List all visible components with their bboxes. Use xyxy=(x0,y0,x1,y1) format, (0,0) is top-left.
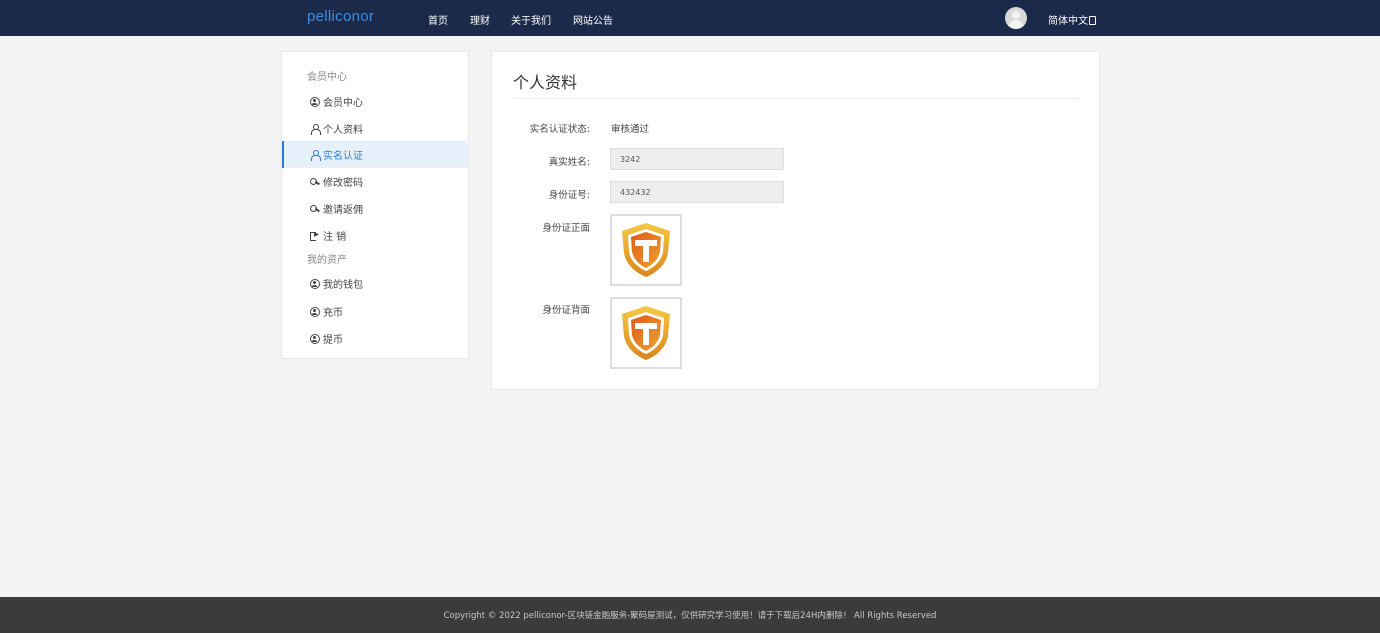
nav-finance[interactable]: 理财 xyxy=(470,12,490,27)
id-back-label: 身份证背面 xyxy=(542,305,590,316)
sidebar-item-label: 会员中心 xyxy=(323,98,363,109)
real-name-label: 真实姓名: xyxy=(548,157,590,168)
sidebar-item-label: 个人资料 xyxy=(323,125,363,136)
status-label: 实名认证状态: xyxy=(529,124,590,135)
id-back-image[interactable] xyxy=(610,297,682,369)
title-divider xyxy=(513,98,1079,99)
sidebar-item-withdraw[interactable]: 提币 xyxy=(282,325,469,352)
user-circle-icon xyxy=(310,278,320,289)
language-icon xyxy=(1089,16,1096,25)
sidebar: 会员中心 会员中心 个人资料 实名认证 修改密码 邀请返佣 注 销 我的资产 我… xyxy=(281,51,469,359)
sidebar-item-verification[interactable]: 实名认证 xyxy=(282,141,469,168)
sidebar-item-profile[interactable]: 个人资料 xyxy=(282,115,469,142)
sidebar-group-assets: 我的资产 xyxy=(307,255,347,266)
verification-panel: 个人资料 实名认证状态: 审核通过 真实姓名: 身份证号: 身份证正面 身份证背… xyxy=(491,51,1100,390)
brand-logo[interactable]: pelliconor xyxy=(307,8,374,25)
sidebar-item-label: 邀请返佣 xyxy=(323,205,363,216)
footer: Copyright © 2022 pelliconor-区块链金融服务-聚码屋测… xyxy=(0,597,1380,633)
footer-copyright: Copyright © 2022 pelliconor-区块链金融服务-聚码屋测… xyxy=(443,611,937,621)
sidebar-item-label: 注 销 xyxy=(323,232,347,243)
real-name-field[interactable] xyxy=(610,148,784,170)
shield-logo-icon xyxy=(622,223,670,277)
sidebar-item-label: 修改密码 xyxy=(323,178,363,189)
user-circle-icon xyxy=(310,306,320,317)
sidebar-item-label: 充币 xyxy=(323,308,343,319)
user-circle-icon xyxy=(310,96,320,107)
user-icon xyxy=(310,123,321,135)
nav-announcements[interactable]: 网站公告 xyxy=(573,12,613,27)
sidebar-item-label: 我的钱包 xyxy=(323,280,363,291)
sidebar-item-referral[interactable]: 邀请返佣 xyxy=(282,195,469,222)
sidebar-item-logout[interactable]: 注 销 xyxy=(282,222,469,249)
key-icon xyxy=(310,204,320,214)
top-navbar: pelliconor 首页 理财 关于我们 网站公告 简体中文 xyxy=(0,0,1380,36)
status-value: 审核通过 xyxy=(611,124,650,135)
sidebar-item-member-center[interactable]: 会员中心 xyxy=(282,88,469,115)
sidebar-item-label: 实名认证 xyxy=(323,151,363,162)
sidebar-item-change-password[interactable]: 修改密码 xyxy=(282,168,469,195)
sidebar-item-wallet[interactable]: 我的钱包 xyxy=(282,270,469,297)
key-icon xyxy=(310,177,320,187)
user-icon xyxy=(310,149,321,161)
logout-icon xyxy=(310,228,320,242)
id-front-image[interactable] xyxy=(610,214,682,286)
id-front-label: 身份证正面 xyxy=(542,223,590,234)
page-title: 个人资料 xyxy=(513,73,578,92)
id-number-label: 身份证号: xyxy=(548,190,590,201)
sidebar-group-member: 会员中心 xyxy=(307,72,347,83)
language-selector[interactable]: 简体中文 xyxy=(1048,12,1096,27)
sidebar-item-label: 提币 xyxy=(323,335,343,346)
language-label: 简体中文 xyxy=(1048,16,1088,27)
nav-about[interactable]: 关于我们 xyxy=(511,12,551,27)
sidebar-item-deposit[interactable]: 充币 xyxy=(282,298,469,325)
nav-home[interactable]: 首页 xyxy=(428,12,448,27)
user-circle-icon xyxy=(310,333,320,344)
shield-logo-icon xyxy=(622,306,670,360)
id-number-field[interactable] xyxy=(610,181,784,203)
user-avatar-icon[interactable] xyxy=(1005,7,1027,29)
